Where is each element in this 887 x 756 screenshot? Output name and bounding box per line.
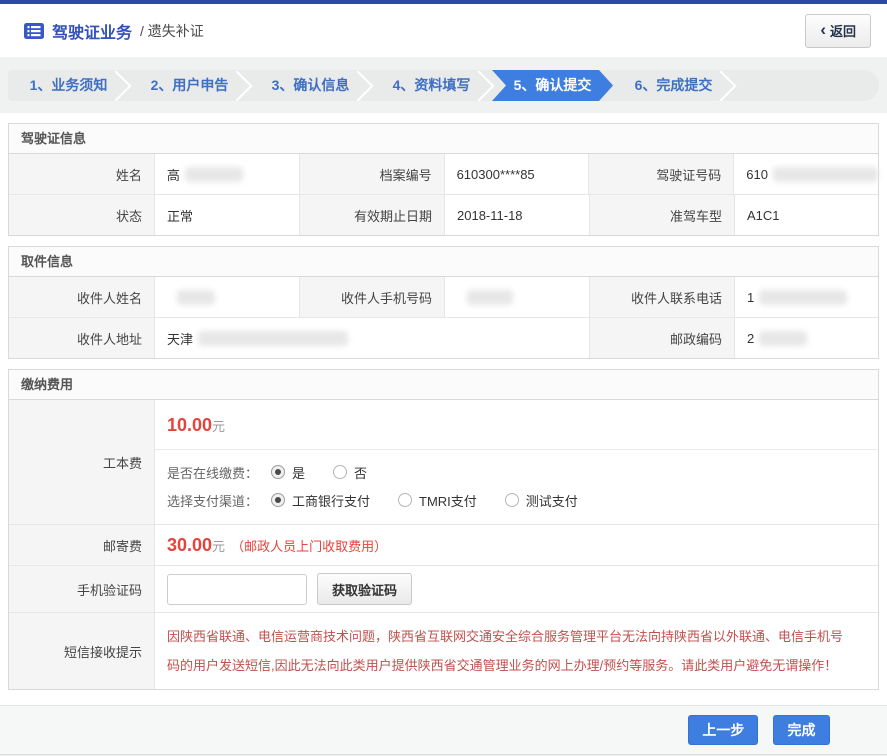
cost-fee-row: 工本费 10.00元 是否在线缴费： 是 否 选择支付渠道： 工商银行支付	[9, 400, 878, 525]
recipient-mobile-value	[444, 277, 589, 317]
breadcrumb: / 遗失补证	[140, 21, 204, 41]
redacted-blur	[185, 167, 243, 182]
pay-channel-question-row: 选择支付渠道： 工商银行支付 TMRI支付 测试支付	[167, 486, 866, 514]
postage-fee-unit: 元	[212, 536, 225, 555]
recipient-address-label: 收件人地址	[9, 318, 154, 358]
radio-online-yes[interactable]: 是	[271, 463, 305, 482]
redacted-blur	[773, 167, 878, 182]
captcha-row: 手机验证码 获取验证码	[9, 566, 878, 613]
vehicle-class-value: A1C1	[734, 195, 878, 235]
recipient-name-label: 收件人姓名	[9, 277, 154, 317]
recipient-address-value: 天津	[154, 318, 589, 358]
status-value: 正常	[154, 195, 299, 235]
postage-fee-value: 30.00元 （邮政人员上门收取费用）	[154, 525, 878, 565]
table-row: 收件人地址 天津 邮政编码 2	[9, 318, 878, 358]
list-icon	[24, 23, 44, 39]
cost-fee-unit: 元	[212, 419, 225, 434]
radio-unselected-icon	[505, 493, 519, 507]
license-section-title: 驾驶证信息	[9, 124, 878, 154]
previous-step-button[interactable]: 上一步	[688, 715, 758, 745]
table-row: 状态 正常 有效期止日期 2018-11-18 准驾车型 A1C1	[9, 195, 878, 235]
step-navigation: 1、业务须知 2、用户申告 3、确认信息 4、资料填写 5、确认提交 6、完成提…	[8, 70, 879, 101]
redacted-blur	[467, 290, 513, 305]
postal-code-label: 邮政编码	[589, 318, 734, 358]
radio-unselected-icon	[398, 493, 412, 507]
captcha-field-area: 获取验证码	[154, 566, 878, 612]
radio-channel-test[interactable]: 测试支付	[505, 491, 578, 510]
back-button[interactable]: ‹ 返回	[805, 14, 871, 48]
step-1-business-notice[interactable]: 1、业务须知	[8, 70, 129, 101]
step-3-confirm-info[interactable]: 3、确认信息	[250, 70, 371, 101]
postage-fee-note: （邮政人员上门收取费用）	[231, 536, 387, 555]
step-6-complete-submit[interactable]: 6、完成提交	[613, 70, 734, 101]
pickup-section-title: 取件信息	[9, 247, 878, 277]
redacted-blur	[177, 290, 215, 305]
recipient-mobile-label: 收件人手机号码	[299, 277, 444, 317]
captcha-input[interactable]	[167, 574, 307, 605]
table-row: 姓名 高 档案编号 610300****85 驾驶证号码 610	[9, 154, 878, 195]
cost-fee-label: 工本费	[9, 400, 154, 524]
license-number-value: 610	[733, 154, 878, 194]
recipient-phone-label: 收件人联系电话	[589, 277, 734, 317]
postage-fee-row: 邮寄费 30.00元 （邮政人员上门收取费用）	[9, 525, 878, 566]
page-title: 驾驶证业务	[52, 19, 132, 43]
cost-fee-value: 10.00元 是否在线缴费： 是 否 选择支付渠道： 工商银行支付 TMRI支付	[154, 400, 878, 524]
payment-section: 缴纳费用 工本费 10.00元 是否在线缴费： 是 否 选择支付渠道：	[8, 369, 879, 690]
cost-fee-amount: 10.00	[167, 415, 212, 435]
redacted-blur	[198, 331, 348, 346]
step-5-confirm-submit-active[interactable]: 5、确认提交	[492, 70, 613, 101]
step-2-user-declaration[interactable]: 2、用户申告	[129, 70, 250, 101]
vehicle-class-label: 准驾车型	[589, 195, 734, 235]
file-number-value: 610300****85	[444, 154, 589, 194]
step-4-fill-data[interactable]: 4、资料填写	[371, 70, 492, 101]
file-number-label: 档案编号	[299, 154, 444, 194]
get-captcha-button[interactable]: 获取验证码	[317, 573, 412, 605]
redacted-blur	[759, 331, 807, 346]
cost-fee-amount-line: 10.00元	[155, 400, 878, 450]
expiry-date-value: 2018-11-18	[444, 195, 589, 235]
captcha-label: 手机验证码	[9, 566, 154, 612]
radio-online-no[interactable]: 否	[333, 463, 367, 482]
postal-code-value: 2	[734, 318, 878, 358]
main-panel: 驾驶证信息 姓名 高 档案编号 610300****85 驾驶证号码 610 状…	[0, 113, 887, 755]
page-header: 驾驶证业务 / 遗失补证 ‹ 返回	[0, 4, 887, 57]
payment-options: 是否在线缴费： 是 否 选择支付渠道： 工商银行支付 TMRI支付 测试支付	[155, 450, 878, 524]
pay-channel-question: 选择支付渠道：	[167, 491, 271, 510]
pickup-info-section: 取件信息 收件人姓名 收件人手机号码 收件人联系电话 1 收件人地址 天津 邮政…	[8, 246, 879, 359]
license-number-label: 驾驶证号码	[588, 154, 733, 194]
redacted-blur	[759, 290, 847, 305]
radio-unselected-icon	[333, 465, 347, 479]
sms-tip-row: 短信接收提示 因陕西省联通、电信运营商技术问题，陕西省互联网交通安全综合服务管理…	[9, 613, 878, 689]
chevron-left-icon: ‹	[820, 25, 826, 35]
sms-tip-text: 因陕西省联通、电信运营商技术问题，陕西省互联网交通安全综合服务管理平台无法向持陕…	[154, 613, 878, 689]
back-button-label: 返回	[830, 21, 856, 40]
radio-selected-icon	[271, 493, 285, 507]
footer-action-bar: 上一步 完成	[0, 705, 887, 754]
online-payment-question-row: 是否在线缴费： 是 否	[167, 458, 866, 486]
status-label: 状态	[9, 195, 154, 235]
license-info-section: 驾驶证信息 姓名 高 档案编号 610300****85 驾驶证号码 610 状…	[8, 123, 879, 236]
radio-channel-icbc[interactable]: 工商银行支付	[271, 491, 370, 510]
recipient-phone-value: 1	[734, 277, 878, 317]
postage-fee-amount: 30.00	[167, 535, 212, 556]
step-bar-filler	[734, 70, 879, 101]
payment-section-title: 缴纳费用	[9, 370, 878, 400]
finish-button[interactable]: 完成	[773, 715, 830, 745]
table-row: 收件人姓名 收件人手机号码 收件人联系电话 1	[9, 277, 878, 318]
name-value: 高	[154, 154, 299, 194]
postage-fee-label: 邮寄费	[9, 525, 154, 565]
main-content: 驾驶证信息 姓名 高 档案编号 610300****85 驾驶证号码 610 状…	[0, 113, 887, 690]
radio-selected-icon	[271, 465, 285, 479]
name-label: 姓名	[9, 154, 154, 194]
expiry-date-label: 有效期止日期	[299, 195, 444, 235]
recipient-name-value	[154, 277, 299, 317]
online-payment-question: 是否在线缴费：	[167, 463, 271, 482]
sms-tip-label: 短信接收提示	[9, 613, 154, 689]
radio-channel-tmri[interactable]: TMRI支付	[398, 491, 477, 510]
